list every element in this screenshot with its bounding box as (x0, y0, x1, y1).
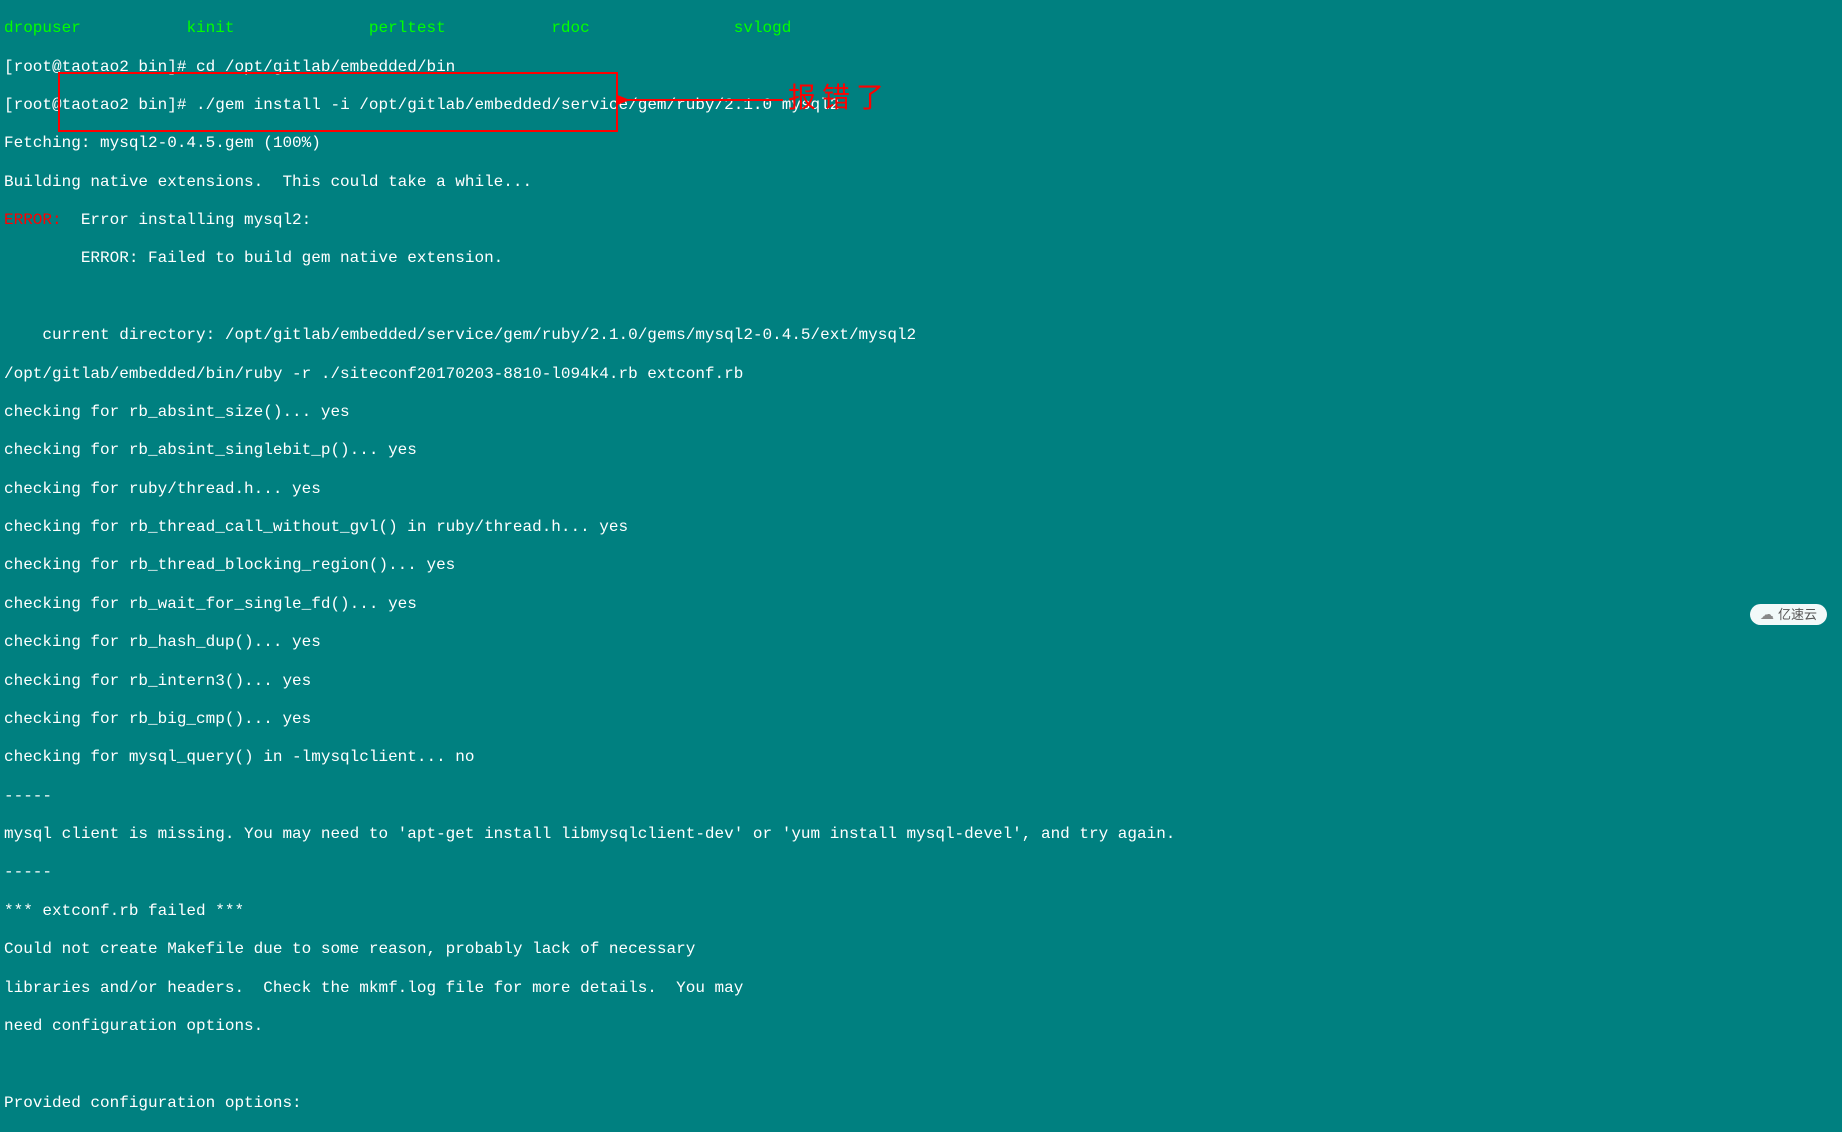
error-line-2: ERROR: Failed to build gem native extens… (4, 249, 1838, 268)
provided-line: Provided configuration options: (4, 1094, 1838, 1113)
missing-line: mysql client is missing. You may need to… (4, 825, 1838, 844)
dash-line-1: ----- (4, 787, 1838, 806)
frag-dropuser: dropuser (4, 19, 81, 37)
check-line-5: checking for rb_thread_blocking_region()… (4, 556, 1838, 575)
cloud-icon: ☁ (1760, 606, 1774, 623)
frag-kinit: kinit (186, 19, 234, 37)
fetching-line: Fetching: mysql2-0.4.5.gem (100%) (4, 134, 1838, 153)
check-line-3: checking for ruby/thread.h... yes (4, 480, 1838, 499)
check-line-8: checking for rb_intern3()... yes (4, 672, 1838, 691)
annotation-label: 报错了 (788, 82, 890, 116)
extconf-fail-line: *** extconf.rb failed *** (4, 902, 1838, 921)
watermark-badge: ☁ 亿速云 (1750, 604, 1827, 625)
ruby-exec-line: /opt/gitlab/embedded/bin/ruby -r ./sitec… (4, 365, 1838, 384)
could-not-line: Could not create Makefile due to some re… (4, 940, 1838, 959)
watermark-text: 亿速云 (1778, 607, 1817, 623)
prompt-1: [root@taotao2 bin]# (4, 58, 186, 76)
prompt-2: [root@taotao2 bin]# (4, 96, 186, 114)
libraries-line: libraries and/or headers. Check the mkmf… (4, 979, 1838, 998)
error-msg-1: Error installing mysql2: (62, 211, 312, 229)
check-line-10: checking for mysql_query() in -lmysqlcli… (4, 748, 1838, 767)
cmd-gem: ./gem install -i /opt/gitlab/embedded/se… (186, 96, 839, 114)
check-line-1: checking for rb_absint_size()... yes (4, 403, 1838, 422)
check-line-7: checking for rb_hash_dup()... yes (4, 633, 1838, 652)
check-line-4: checking for rb_thread_call_without_gvl(… (4, 518, 1838, 537)
check-line-2: checking for rb_absint_singlebit_p()... … (4, 441, 1838, 460)
cmd-cd: cd /opt/gitlab/embedded/bin (186, 58, 455, 76)
dash-line-2: ----- (4, 863, 1838, 882)
frag-perltest: perltest (369, 19, 446, 37)
prompt-line-1: [root@taotao2 bin]# cd /opt/gitlab/embed… (4, 58, 1838, 77)
frag-svlogd: svlogd (734, 19, 792, 37)
frag-rdoc: rdoc (551, 19, 589, 37)
current-dir-line: current directory: /opt/gitlab/embedded/… (4, 326, 1838, 345)
check-line-9: checking for rb_big_cmp()... yes (4, 710, 1838, 729)
needconf-line: need configuration options. (4, 1017, 1838, 1036)
prompt-line-2: [root@taotao2 bin]# ./gem install -i /op… (4, 96, 1838, 115)
building-line: Building native extensions. This could t… (4, 173, 1838, 192)
blank-line-1 (4, 288, 1838, 307)
terminal-output[interactable]: dropuser kinit perltest rdoc svlogd [roo… (4, 0, 1838, 1132)
error-prefix: ERROR: (4, 211, 62, 229)
blank-line-2 (4, 1055, 1838, 1074)
top-fragment-line: dropuser kinit perltest rdoc svlogd (4, 19, 1838, 38)
check-line-6: checking for rb_wait_for_single_fd()... … (4, 595, 1838, 614)
error-line-1: ERROR: Error installing mysql2: (4, 211, 1838, 230)
